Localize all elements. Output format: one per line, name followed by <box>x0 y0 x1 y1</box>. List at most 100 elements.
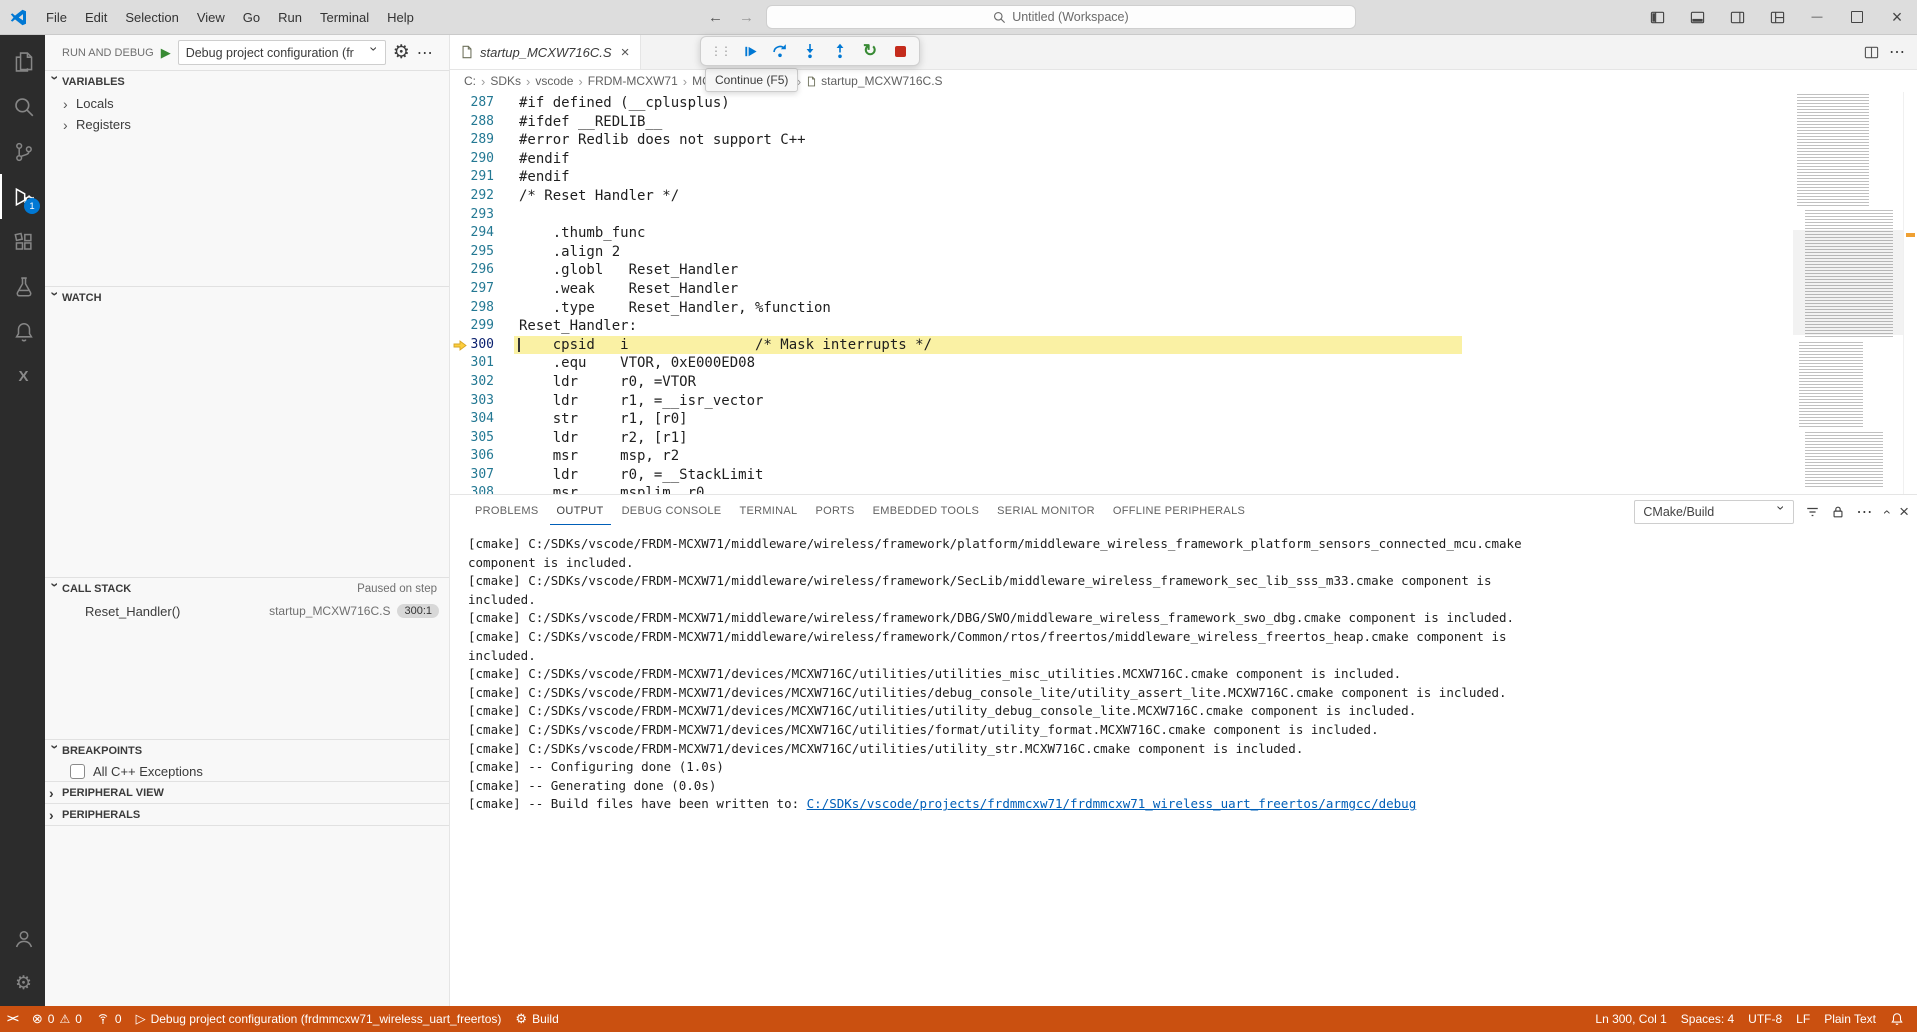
code-line[interactable]: 293 <box>450 206 1793 225</box>
breadcrumb-item[interactable]: C: <box>464 74 490 89</box>
minimize-button[interactable] <box>1797 0 1837 34</box>
line-number[interactable]: 303 <box>450 392 494 411</box>
build-button[interactable]: Build <box>508 1006 565 1032</box>
menu-item[interactable]: Help <box>378 6 423 29</box>
overview-ruler[interactable] <box>1903 92 1917 494</box>
debug-configuration-select[interactable]: Debug project configuration (fr <box>178 40 386 65</box>
code-line[interactable]: 302 ldr r0, =VTOR <box>450 373 1793 392</box>
testing-icon[interactable] <box>0 264 45 309</box>
close-panel-icon[interactable] <box>1899 502 1909 522</box>
call-stack-section-header[interactable]: CALL STACK Paused on step <box>45 578 449 600</box>
extensions-icon[interactable] <box>0 219 45 264</box>
line-number[interactable]: 292 <box>450 187 494 206</box>
breadcrumb-item[interactable]: vscode <box>535 74 587 89</box>
peripheral-view-header[interactable]: PERIPHERAL VIEW <box>45 782 449 803</box>
split-editor-icon[interactable] <box>1864 45 1879 60</box>
views-more-icon[interactable] <box>417 43 433 63</box>
line-number[interactable]: 299 <box>450 317 494 336</box>
line-number[interactable]: 287 <box>450 94 494 113</box>
breadcrumb-item[interactable]: startup_MCXW716C.S <box>806 74 942 88</box>
line-number[interactable]: 294 <box>450 224 494 243</box>
code-line[interactable]: 294 .thumb_func <box>450 224 1793 243</box>
configure-gear-icon[interactable] <box>393 41 410 64</box>
line-number[interactable]: 293 <box>450 206 494 225</box>
maximize-button[interactable] <box>1837 0 1877 34</box>
breakpoints-section-header[interactable]: BREAKPOINTS <box>45 740 449 761</box>
code-line[interactable]: 298 .type Reset_Handler, %function <box>450 299 1793 318</box>
menu-item[interactable]: Selection <box>116 6 187 29</box>
panel-tab[interactable]: DEBUG CONSOLE <box>615 498 729 525</box>
step-out-button[interactable] <box>827 39 853 63</box>
watch-section-header[interactable]: WATCH <box>45 287 449 309</box>
problems-status[interactable]: 0 0 <box>25 1006 89 1032</box>
panel-tab[interactable]: TERMINAL <box>732 498 804 525</box>
step-over-button[interactable] <box>767 39 793 63</box>
run-and-debug-icon[interactable]: 1 <box>0 174 45 219</box>
breadcrumb-item[interactable]: SDKs <box>490 74 535 89</box>
line-number[interactable]: 297 <box>450 280 494 299</box>
ports-status[interactable]: 0 <box>89 1006 129 1032</box>
account-icon[interactable] <box>0 916 45 961</box>
code-line[interactable]: 305 ldr r2, [r1] <box>450 429 1793 448</box>
lock-scroll-icon[interactable] <box>1831 505 1845 519</box>
panel-tab[interactable]: EMBEDDED TOOLS <box>866 498 987 525</box>
customize-layout-button[interactable] <box>1757 0 1797 34</box>
line-number[interactable]: 289 <box>450 131 494 150</box>
eol-status[interactable]: LF <box>1789 1006 1817 1032</box>
minimap-slider[interactable] <box>1793 230 1903 335</box>
code-line[interactable]: 297 .weak Reset_Handler <box>450 280 1793 299</box>
line-number[interactable]: 291 <box>450 168 494 187</box>
code-line[interactable]: 292 /* Reset Handler */ <box>450 187 1793 206</box>
stop-button[interactable] <box>887 39 913 63</box>
indentation-status[interactable]: Spaces: 4 <box>1674 1006 1741 1032</box>
breakpoint-checkbox[interactable] <box>70 764 85 779</box>
encoding-status[interactable]: UTF-8 <box>1741 1006 1789 1032</box>
start-debug-button[interactable] <box>161 45 171 61</box>
language-mode-status[interactable]: Plain Text <box>1817 1006 1883 1032</box>
forward-button[interactable] <box>735 9 758 26</box>
menu-item[interactable]: File <box>37 6 76 29</box>
line-number[interactable]: 290 <box>450 150 494 169</box>
menu-item[interactable]: Go <box>234 6 269 29</box>
code-line[interactable]: 308 msr msplim, r0 <box>450 484 1793 494</box>
search-view-icon[interactable] <box>0 84 45 129</box>
line-number[interactable]: 302 <box>450 373 494 392</box>
stack-frame-row[interactable]: Reset_Handler() startup_MCXW716C.S 300:1 <box>45 600 449 622</box>
window-close-button[interactable] <box>1877 0 1917 34</box>
code-editor[interactable]: 287 #if defined (__cplusplus) 288 #ifdef… <box>450 92 1917 494</box>
code-line[interactable]: 289 #error Redlib does not support C++ <box>450 131 1793 150</box>
panel-tab[interactable]: PORTS <box>808 498 861 525</box>
output-console[interactable]: [cmake] C:/SDKs/vscode/FRDM-MCXW71/middl… <box>450 528 1917 1006</box>
line-number[interactable]: 305 <box>450 429 494 448</box>
line-number[interactable]: 298 <box>450 299 494 318</box>
code-line[interactable]: 306 msr msp, r2 <box>450 447 1793 466</box>
tab-close-icon[interactable] <box>618 44 633 61</box>
code-line[interactable]: 304 str r1, [r0] <box>450 410 1793 429</box>
code-line[interactable]: 303 ldr r1, =__isr_vector <box>450 392 1793 411</box>
code-line[interactable]: 296 .globl Reset_Handler <box>450 261 1793 280</box>
remote-indicator[interactable] <box>0 1006 25 1032</box>
panel-tab[interactable]: SERIAL MONITOR <box>990 498 1102 525</box>
code-line[interactable]: 290 #endif <box>450 150 1793 169</box>
code-line[interactable]: 291 #endif <box>450 168 1793 187</box>
editor-tab[interactable]: startup_MCXW716C.S <box>450 35 641 69</box>
manage-gear-icon[interactable] <box>0 961 45 1006</box>
variables-tree-item[interactable]: Locals <box>45 93 449 114</box>
output-channel-select[interactable]: CMake/Build <box>1634 500 1794 524</box>
toggle-primary-sidebar-button[interactable] <box>1637 0 1677 34</box>
line-number[interactable]: 295 <box>450 243 494 262</box>
code-line[interactable]: 295 .align 2 <box>450 243 1793 262</box>
code-line[interactable]: 287 #if defined (__cplusplus) <box>450 94 1793 113</box>
code-line[interactable]: 300 cpsid i /* Mask interrupts */ <box>450 336 1793 355</box>
restart-button[interactable] <box>857 39 883 63</box>
variables-section-header[interactable]: VARIABLES <box>45 71 449 93</box>
cursor-position-status[interactable]: Ln 300, Col 1 <box>1588 1006 1673 1032</box>
mcuxpresso-icon[interactable]: X <box>0 354 45 399</box>
line-number[interactable]: 306 <box>450 447 494 466</box>
line-number[interactable]: 304 <box>450 410 494 429</box>
menu-item[interactable]: Terminal <box>311 6 378 29</box>
continue-button[interactable] <box>737 39 763 63</box>
code-line[interactable]: 301 .equ VTOR, 0xE000ED08 <box>450 354 1793 373</box>
toggle-panel-button[interactable] <box>1677 0 1717 34</box>
explorer-icon[interactable] <box>0 39 45 84</box>
